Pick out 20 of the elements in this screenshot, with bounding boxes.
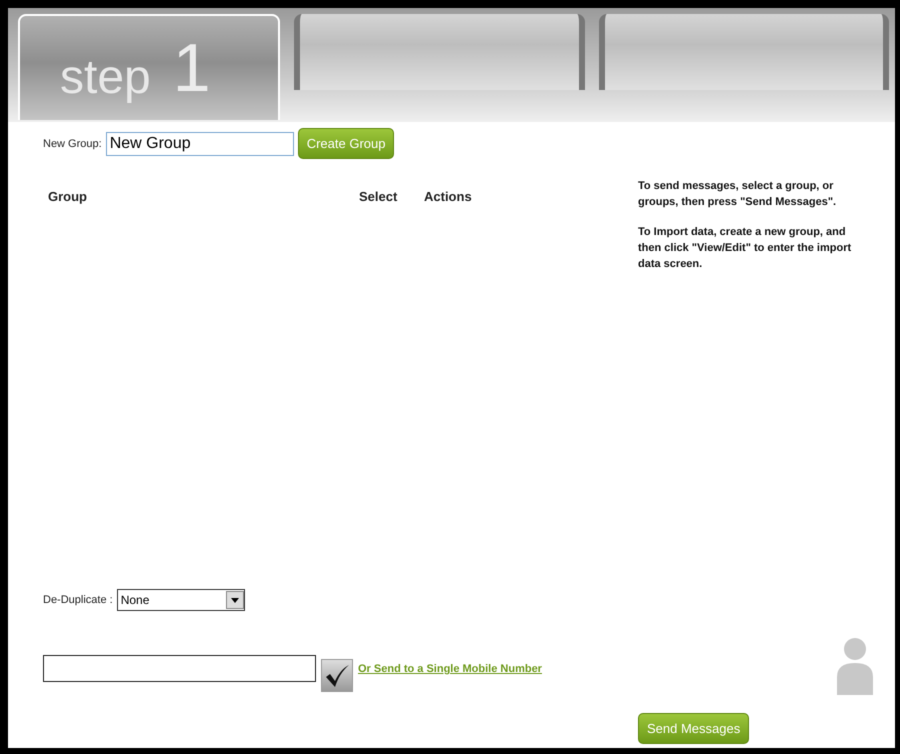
person-icon [837, 637, 873, 695]
new-group-field[interactable]: New Group [106, 132, 294, 156]
step-tab[interactable]: step 1 [18, 14, 280, 120]
send-messages-button[interactable]: Send Messages [638, 713, 750, 744]
checkmark-icon [324, 664, 350, 688]
step-tab[interactable] [294, 14, 584, 90]
column-header: Group [47, 189, 88, 204]
new-group-label: New Group: [43, 138, 102, 150]
caret-icon [226, 591, 244, 609]
dedup-dropdown[interactable]: None [116, 589, 245, 611]
column-header: Actions [424, 189, 472, 204]
help-text: To send messages, select a group, or groups, then press "Send Messages". [638, 179, 838, 210]
create-group-button[interactable]: Create Group [298, 128, 394, 159]
dedup-label: De-Duplicate : [43, 594, 113, 606]
column-header: Select [359, 189, 398, 204]
step-tab[interactable] [598, 14, 889, 90]
mobile-number-field[interactable] [43, 655, 316, 682]
single-number-link[interactable]: Or Send to a Single Mobile Number [358, 663, 542, 675]
checkmark-button[interactable] [321, 659, 353, 692]
help-text: To Import data, create a new group, and then click "View/Edit" to enter the import data screen. [638, 225, 852, 272]
